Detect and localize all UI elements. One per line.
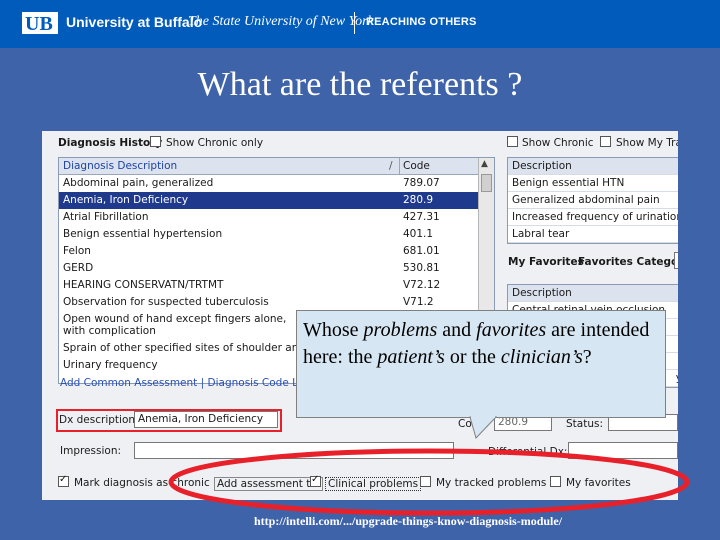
list-item[interactable]: Increased frequency of urination [508, 209, 678, 226]
dx-description-label: Dx description: [59, 414, 139, 426]
dx-description-input[interactable]: Anemia, Iron Deficiency [134, 411, 278, 428]
table-row[interactable]: Atrial Fibrillation 427.31 [59, 209, 479, 226]
list-item[interactable]: Generalized abdominal pain [508, 192, 678, 209]
row-code: 530.81 [403, 262, 440, 274]
mark-chronic-checkbox[interactable] [58, 474, 69, 487]
university-state: The State University of New York [188, 14, 374, 29]
row-code: 789.07 [403, 177, 440, 189]
callout-emphasis-clinician: clinician’s [500, 346, 583, 368]
add-assessment-to-label: Add assessment to: [214, 477, 324, 491]
impression-label: Impression: [60, 445, 122, 457]
list-item[interactable]: Labral tear [508, 226, 678, 243]
row-code: 280.9 [403, 194, 434, 206]
scroll-thumb[interactable] [481, 174, 492, 192]
column-divider [399, 158, 400, 175]
column-header-code[interactable]: Code [403, 160, 430, 172]
my-favorites-option-label: My favorites [566, 477, 631, 489]
university-banner: UB University at Buffalo The State Unive… [0, 0, 720, 48]
callout-text: Whose [303, 319, 364, 341]
row-code: 681.01 [403, 245, 440, 257]
assessment-links: Add Common Assessment | Diagnosis Code L… [60, 377, 317, 389]
svg-text:UB: UB [25, 13, 53, 35]
show-chronic-only-label: Show Chronic only [166, 137, 264, 149]
show-chronic-checkbox[interactable] [507, 136, 518, 147]
my-tracked-problems-checkbox[interactable] [420, 476, 431, 487]
list-item[interactable]: Benign essential HTN [508, 175, 678, 192]
diagnosis-history-label: Diagnosis History [58, 137, 163, 149]
row-code: V71.2 [403, 296, 434, 308]
status-label: Status: [566, 418, 603, 430]
callout-emphasis-patient: patient’s [377, 346, 445, 368]
clinical-problems-label: Clinical problems [325, 477, 422, 491]
banner-tagline: REACHING OTHERS [366, 16, 477, 28]
diagnosis-list-header: Diagnosis Description / Code [59, 158, 479, 175]
show-my-tra-checkbox[interactable] [600, 136, 611, 147]
callout-text: ? [582, 346, 592, 368]
row-code: 427.31 [403, 211, 440, 223]
row-description: Open wound of hand except fingers alone,… [63, 313, 287, 337]
row-description: Benign essential hypertension [63, 228, 223, 240]
link-separator: | [200, 377, 205, 389]
table-row[interactable]: HEARING CONSERVATN/TRTMT V72.12 [59, 277, 479, 294]
add-common-assessment-link[interactable]: Add Common Assessment [60, 377, 197, 389]
row-description: Felon [63, 245, 91, 257]
show-chronic-label: Show Chronic [522, 137, 594, 149]
favorites-category-label: Favorites Category: [578, 256, 678, 268]
table-row[interactable]: GERD 530.81 [59, 260, 479, 277]
callout-text: and [437, 319, 477, 341]
row-code: 401.1 [403, 228, 434, 240]
favorites-category-select[interactable] [674, 252, 678, 269]
callout-emphasis-problems: problems [363, 319, 438, 341]
mark-chronic-label: Mark diagnosis as chronic [74, 477, 210, 489]
sort-icon: / [389, 160, 393, 172]
table-row[interactable]: Abdominal pain, generalized 789.07 [59, 175, 479, 192]
chronic-list-header[interactable]: Description [508, 158, 678, 175]
row-description: Anemia, Iron Deficiency [63, 194, 189, 206]
differential-dx-label: Differential Dx: [488, 446, 568, 458]
row-description: Abdominal pain, generalized [63, 177, 214, 189]
row-description: Observation for suspected tuberculosis [63, 296, 269, 308]
code-label: Code: [458, 418, 489, 430]
slide-title: What are the referents ? [197, 66, 523, 103]
column-header-description[interactable]: Diagnosis Description [63, 160, 177, 172]
favorites-list-header[interactable]: Description [508, 285, 678, 302]
banner-divider [354, 12, 355, 34]
scroll-up-icon[interactable]: ▲ [481, 159, 488, 169]
my-favorites-label: My Favorites [508, 256, 584, 268]
my-tracked-problems-label: My tracked problems [436, 477, 547, 489]
source-url: http://intelli.com/.../upgrade-things-kn… [254, 514, 563, 528]
university-name: University at Buffalo [66, 14, 203, 30]
callout-text: or the [444, 346, 501, 368]
show-my-tra-label: Show My Tra [616, 137, 678, 149]
callout-emphasis-favorites: favorites [476, 319, 547, 341]
ub-logo-icon: UB [22, 12, 58, 35]
clinical-problems-checkbox[interactable] [310, 474, 321, 487]
table-row[interactable]: Felon 681.01 [59, 243, 479, 260]
differential-dx-input[interactable] [568, 442, 678, 459]
row-code: V72.12 [403, 279, 441, 291]
chronic-description-list: Description Benign essential HTN General… [507, 157, 678, 244]
table-row[interactable]: Observation for suspected tuberculosis V7… [59, 294, 479, 311]
row-description: GERD [63, 262, 94, 274]
table-row-selected[interactable]: Anemia, Iron Deficiency 280.9 [59, 192, 479, 209]
my-favorites-checkbox[interactable] [550, 476, 561, 487]
row-description: Atrial Fibrillation [63, 211, 149, 223]
question-callout: Whose problems and favorites are intende… [296, 310, 666, 418]
impression-input[interactable] [134, 442, 454, 459]
show-chronic-only-checkbox[interactable] [150, 136, 161, 147]
row-description: HEARING CONSERVATN/TRTMT [63, 279, 224, 291]
table-row[interactable]: Benign essential hypertension 401.1 [59, 226, 479, 243]
